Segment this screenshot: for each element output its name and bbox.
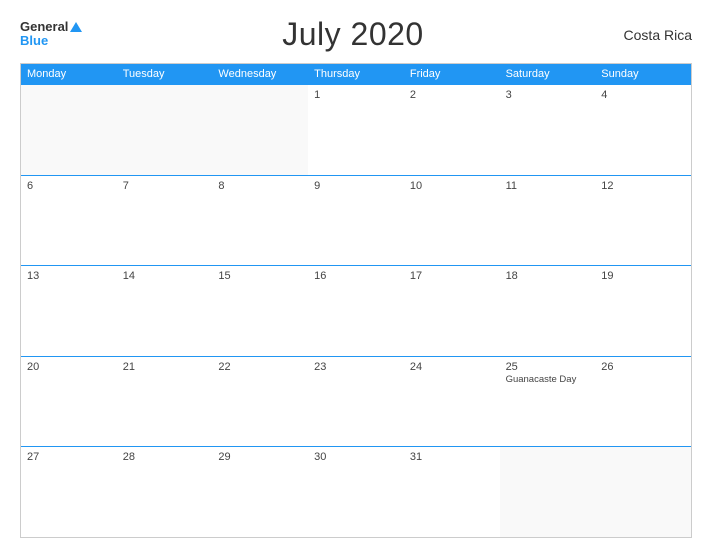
month-title: July 2020 bbox=[282, 16, 423, 53]
cell-w1-tue bbox=[117, 85, 213, 175]
calendar: Monday Tuesday Wednesday Thursday Friday… bbox=[20, 63, 692, 538]
week-5: 27 28 29 30 31 bbox=[21, 446, 691, 537]
cell-w5-sun bbox=[595, 447, 691, 537]
cell-w5-fri: 31 bbox=[404, 447, 500, 537]
cell-w1-sat: 3 bbox=[500, 85, 596, 175]
cell-w4-mon: 20 bbox=[21, 357, 117, 447]
cell-w1-sun: 4 bbox=[595, 85, 691, 175]
cell-w1-fri: 2 bbox=[404, 85, 500, 175]
cell-w1-thu: 1 bbox=[308, 85, 404, 175]
cell-w2-wed: 8 bbox=[212, 176, 308, 266]
col-wednesday: Wednesday bbox=[212, 64, 308, 84]
cell-w5-sat bbox=[500, 447, 596, 537]
cell-w2-fri: 10 bbox=[404, 176, 500, 266]
logo-blue-text: Blue bbox=[20, 33, 48, 48]
cell-w4-tue: 21 bbox=[117, 357, 213, 447]
cell-w4-sun: 26 bbox=[595, 357, 691, 447]
country-label: Costa Rica bbox=[624, 27, 692, 43]
cell-w5-tue: 28 bbox=[117, 447, 213, 537]
cell-w2-sun: 12 bbox=[595, 176, 691, 266]
col-thursday: Thursday bbox=[308, 64, 404, 84]
cell-w1-mon bbox=[21, 85, 117, 175]
week-4: 20 21 22 23 24 25 Guanacaste Day 26 bbox=[21, 356, 691, 447]
week-3: 13 14 15 16 17 18 19 bbox=[21, 265, 691, 356]
col-tuesday: Tuesday bbox=[117, 64, 213, 84]
cell-w3-thu: 16 bbox=[308, 266, 404, 356]
page: General Blue July 2020 Costa Rica Monday… bbox=[0, 0, 712, 550]
cell-w4-sat: 25 Guanacaste Day bbox=[500, 357, 596, 447]
week-2: 6 7 8 9 10 11 12 bbox=[21, 175, 691, 266]
cell-w4-fri: 24 bbox=[404, 357, 500, 447]
week-1: 1 2 3 4 bbox=[21, 84, 691, 175]
header: General Blue July 2020 Costa Rica bbox=[20, 16, 692, 53]
logo-general-text: General bbox=[20, 20, 68, 33]
cell-w2-tue: 7 bbox=[117, 176, 213, 266]
cell-w3-fri: 17 bbox=[404, 266, 500, 356]
col-monday: Monday bbox=[21, 64, 117, 84]
cell-w1-wed bbox=[212, 85, 308, 175]
col-sunday: Sunday bbox=[595, 64, 691, 84]
logo-triangle-icon bbox=[70, 22, 82, 32]
col-saturday: Saturday bbox=[500, 64, 596, 84]
cell-w2-mon: 6 bbox=[21, 176, 117, 266]
cell-w5-mon: 27 bbox=[21, 447, 117, 537]
guanacaste-day-event: Guanacaste Day bbox=[506, 374, 577, 385]
calendar-header: Monday Tuesday Wednesday Thursday Friday… bbox=[21, 64, 691, 84]
cell-w3-tue: 14 bbox=[117, 266, 213, 356]
cell-w3-sun: 19 bbox=[595, 266, 691, 356]
calendar-body: 1 2 3 4 6 7 8 9 10 11 12 13 14 15 16 bbox=[21, 84, 691, 537]
cell-w4-wed: 22 bbox=[212, 357, 308, 447]
cell-w5-thu: 30 bbox=[308, 447, 404, 537]
logo: General Blue bbox=[20, 20, 82, 49]
col-friday: Friday bbox=[404, 64, 500, 84]
cell-w4-thu: 23 bbox=[308, 357, 404, 447]
cell-w3-sat: 18 bbox=[500, 266, 596, 356]
cell-w3-wed: 15 bbox=[212, 266, 308, 356]
cell-w2-thu: 9 bbox=[308, 176, 404, 266]
cell-w2-sat: 11 bbox=[500, 176, 596, 266]
cell-w3-mon: 13 bbox=[21, 266, 117, 356]
cell-w5-wed: 29 bbox=[212, 447, 308, 537]
